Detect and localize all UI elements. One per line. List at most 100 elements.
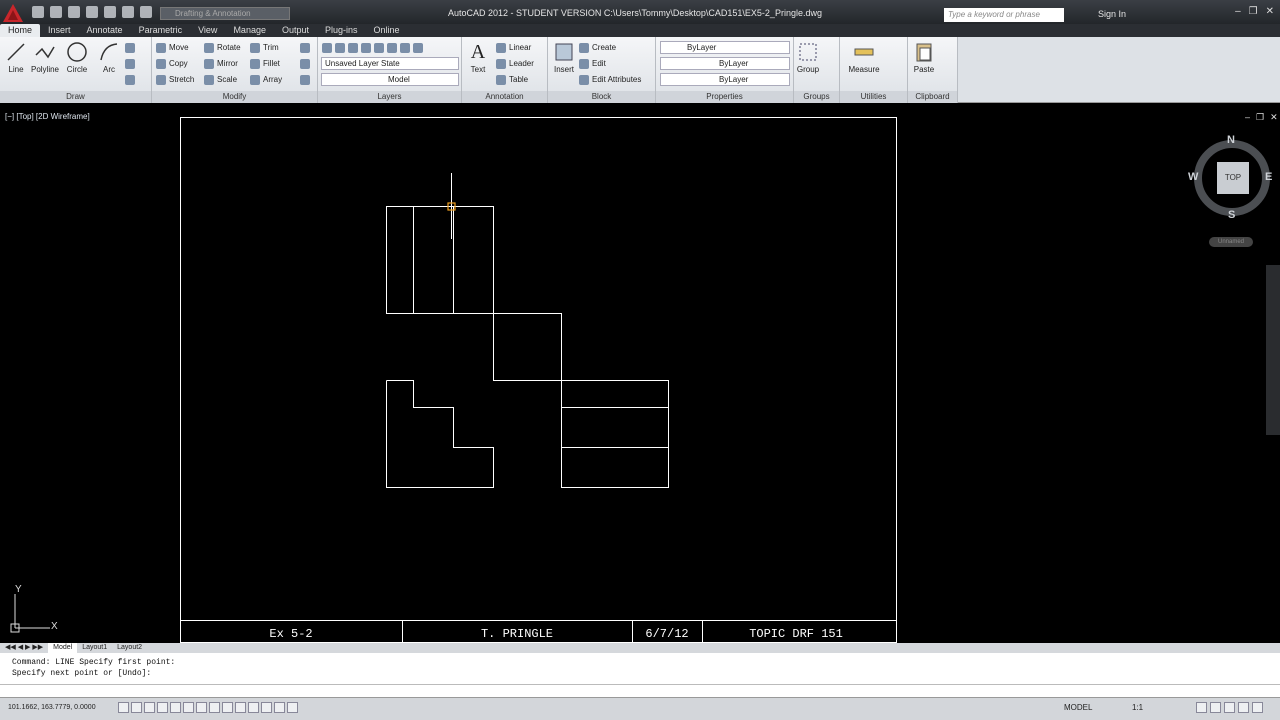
utilities-panel-title[interactable]: Utilities bbox=[840, 91, 907, 103]
groups-panel-title[interactable]: Groups bbox=[794, 91, 839, 103]
modify-panel-title[interactable]: Modify bbox=[152, 91, 317, 103]
rectangle-icon[interactable] bbox=[125, 41, 138, 55]
model-space-toggle[interactable]: MODEL bbox=[1064, 703, 1092, 712]
print-icon[interactable] bbox=[104, 6, 116, 18]
explode-icon[interactable] bbox=[300, 57, 313, 71]
linetype-dropdown[interactable]: ByLayer bbox=[660, 57, 790, 70]
clipboard-panel-title[interactable]: Clipboard bbox=[908, 91, 957, 103]
dyn-icon[interactable] bbox=[235, 702, 246, 713]
erase-icon[interactable] bbox=[300, 41, 313, 55]
region-icon[interactable] bbox=[125, 73, 138, 87]
tab-manage[interactable]: Manage bbox=[225, 24, 274, 37]
snap-icon[interactable] bbox=[131, 702, 142, 713]
wcs-menu-button[interactable]: Unnamed bbox=[1209, 237, 1253, 247]
isolate-objects-icon[interactable] bbox=[1238, 702, 1249, 713]
compass-north[interactable]: N bbox=[1227, 134, 1235, 146]
draw-panel-title[interactable]: Draw bbox=[0, 91, 151, 103]
layer-state-dropdown[interactable]: Unsaved Layer State bbox=[321, 57, 459, 70]
tab-layout1[interactable]: Layout1 bbox=[77, 643, 112, 653]
osnap-icon[interactable] bbox=[183, 702, 194, 713]
save-icon[interactable] bbox=[68, 6, 80, 18]
open-icon[interactable] bbox=[50, 6, 62, 18]
group-button[interactable]: Group bbox=[794, 41, 822, 74]
command-input[interactable] bbox=[0, 684, 1280, 696]
otrack-icon[interactable] bbox=[209, 702, 220, 713]
transparency-icon[interactable] bbox=[261, 702, 272, 713]
color-dropdown[interactable]: ByLayer bbox=[660, 41, 790, 54]
copy-button[interactable]: Copy bbox=[156, 57, 188, 71]
line-button[interactable]: Line bbox=[1, 41, 31, 74]
hardware-acceleration-icon[interactable] bbox=[1224, 702, 1235, 713]
layers-panel-title[interactable]: Layers bbox=[318, 91, 461, 103]
workspace-dropdown[interactable]: Drafting & Annotation bbox=[160, 7, 290, 20]
create-block-button[interactable]: Create bbox=[579, 41, 616, 55]
compass-south[interactable]: S bbox=[1228, 209, 1235, 221]
3d-osnap-icon[interactable] bbox=[196, 702, 207, 713]
array-button[interactable]: Array bbox=[250, 73, 282, 87]
viewport-close-icon[interactable]: ✕ bbox=[1270, 112, 1278, 123]
tab-output[interactable]: Output bbox=[274, 24, 317, 37]
save-as-icon[interactable] bbox=[86, 6, 98, 18]
scale-button[interactable]: Scale bbox=[204, 73, 237, 87]
redo-icon[interactable] bbox=[140, 6, 152, 18]
viewport-restore-icon[interactable]: ❐ bbox=[1256, 112, 1264, 123]
compass-east[interactable]: E bbox=[1265, 171, 1272, 183]
sign-in-button[interactable]: Sign In bbox=[1098, 9, 1126, 19]
block-panel-title[interactable]: Block bbox=[548, 91, 655, 103]
tab-annotate[interactable]: Annotate bbox=[79, 24, 131, 37]
restore-icon[interactable]: ❐ bbox=[1249, 6, 1258, 17]
polar-icon[interactable] bbox=[170, 702, 181, 713]
measure-button[interactable]: Measure bbox=[846, 41, 882, 74]
edit-attributes-button[interactable]: Edit Attributes bbox=[579, 73, 641, 87]
fillet-button[interactable]: Fillet bbox=[250, 57, 280, 71]
trim-button[interactable]: Trim bbox=[250, 41, 279, 55]
annotation-scale[interactable]: 1:1 bbox=[1132, 703, 1143, 712]
close-icon[interactable]: ✕ bbox=[1266, 6, 1274, 17]
properties-panel-title[interactable]: Properties bbox=[656, 91, 793, 103]
linear-dimension-button[interactable]: Linear bbox=[496, 41, 531, 55]
compass-west[interactable]: W bbox=[1188, 171, 1198, 183]
viewport-controls-label[interactable]: [−] [Top] [2D Wireframe] bbox=[5, 112, 90, 121]
lock-icon[interactable] bbox=[1210, 702, 1221, 713]
search-input[interactable]: Type a keyword or phrase bbox=[944, 8, 1064, 22]
edit-block-button[interactable]: Edit bbox=[579, 57, 606, 71]
grid-icon[interactable] bbox=[144, 702, 155, 713]
insert-block-button[interactable]: Insert bbox=[550, 41, 578, 74]
arc-button[interactable]: Arc bbox=[94, 41, 124, 74]
mirror-button[interactable]: Mirror bbox=[204, 57, 238, 71]
viewport-minimize-icon[interactable]: – bbox=[1245, 112, 1250, 123]
tab-plugins[interactable]: Plug-ins bbox=[317, 24, 366, 37]
tab-parametric[interactable]: Parametric bbox=[131, 24, 191, 37]
clean-screen-icon[interactable] bbox=[1252, 702, 1263, 713]
rotate-button[interactable]: Rotate bbox=[204, 41, 241, 55]
undo-icon[interactable] bbox=[122, 6, 134, 18]
workspace-switch-icon[interactable] bbox=[1196, 702, 1207, 713]
navigation-bar[interactable] bbox=[1266, 265, 1280, 435]
tab-view[interactable]: View bbox=[190, 24, 225, 37]
stretch-button[interactable]: Stretch bbox=[156, 73, 194, 87]
ducs-icon[interactable] bbox=[222, 702, 233, 713]
tab-online[interactable]: Online bbox=[366, 24, 408, 37]
move-button[interactable]: Move bbox=[156, 41, 189, 55]
hatch-icon[interactable] bbox=[125, 57, 138, 71]
new-icon[interactable] bbox=[32, 6, 44, 18]
layer-dropdown[interactable]: Model bbox=[321, 73, 459, 86]
tab-layout2[interactable]: Layout2 bbox=[112, 643, 147, 653]
lineweight-dropdown[interactable]: ByLayer bbox=[660, 73, 790, 86]
application-menu-button[interactable] bbox=[2, 3, 24, 23]
circle-button[interactable]: Circle bbox=[62, 41, 92, 74]
coordinate-readout[interactable]: 101.1662, 163.7779, 0.0000 bbox=[8, 704, 96, 711]
infer-constraints-icon[interactable] bbox=[118, 702, 129, 713]
offset-icon[interactable] bbox=[300, 73, 313, 87]
view-cube[interactable]: TOP N S E W bbox=[1188, 132, 1280, 224]
layout-nav-arrows[interactable]: ◀◀ ◀ ▶ ▶▶ bbox=[0, 643, 48, 653]
selection-cycling-icon[interactable] bbox=[287, 702, 298, 713]
text-button[interactable]: A Text bbox=[464, 41, 492, 74]
lineweight-icon[interactable] bbox=[248, 702, 259, 713]
paste-button[interactable]: Paste bbox=[910, 41, 938, 74]
drawing-canvas[interactable]: Ex 5-2 T. PRINGLE 6/7/12 TOPIC DRF 151 bbox=[0, 107, 1280, 643]
ortho-icon[interactable] bbox=[157, 702, 168, 713]
minimize-icon[interactable]: – bbox=[1235, 6, 1241, 17]
quick-properties-icon[interactable] bbox=[274, 702, 285, 713]
tab-insert[interactable]: Insert bbox=[40, 24, 79, 37]
